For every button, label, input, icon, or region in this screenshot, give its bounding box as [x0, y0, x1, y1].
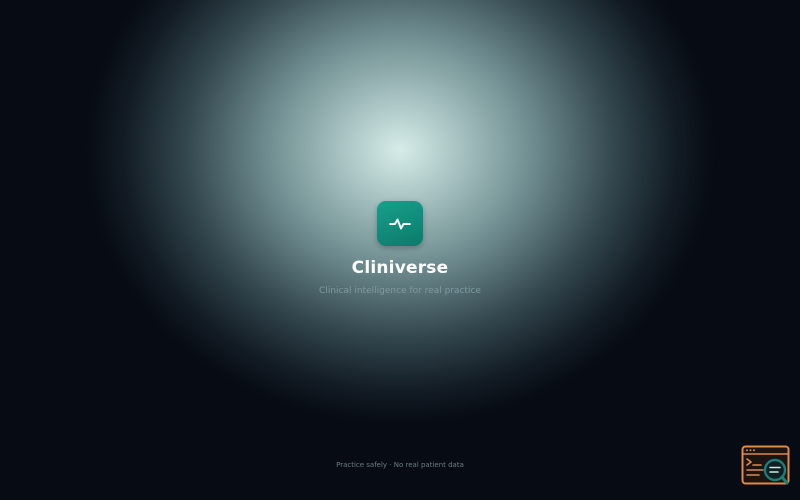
pulse-icon: [389, 218, 411, 229]
app-logo: [377, 201, 423, 246]
app-tagline: Clinical intelligence for real practice: [319, 286, 481, 296]
terminal-search-icon: [741, 445, 790, 485]
splash-screen: Cliniverse Clinical intelligence for rea…: [0, 0, 800, 500]
footer-disclaimer: Practice safely · No real patient data: [336, 461, 464, 469]
app-name: Cliniverse: [351, 258, 449, 278]
corner-widget-button[interactable]: [741, 445, 791, 487]
